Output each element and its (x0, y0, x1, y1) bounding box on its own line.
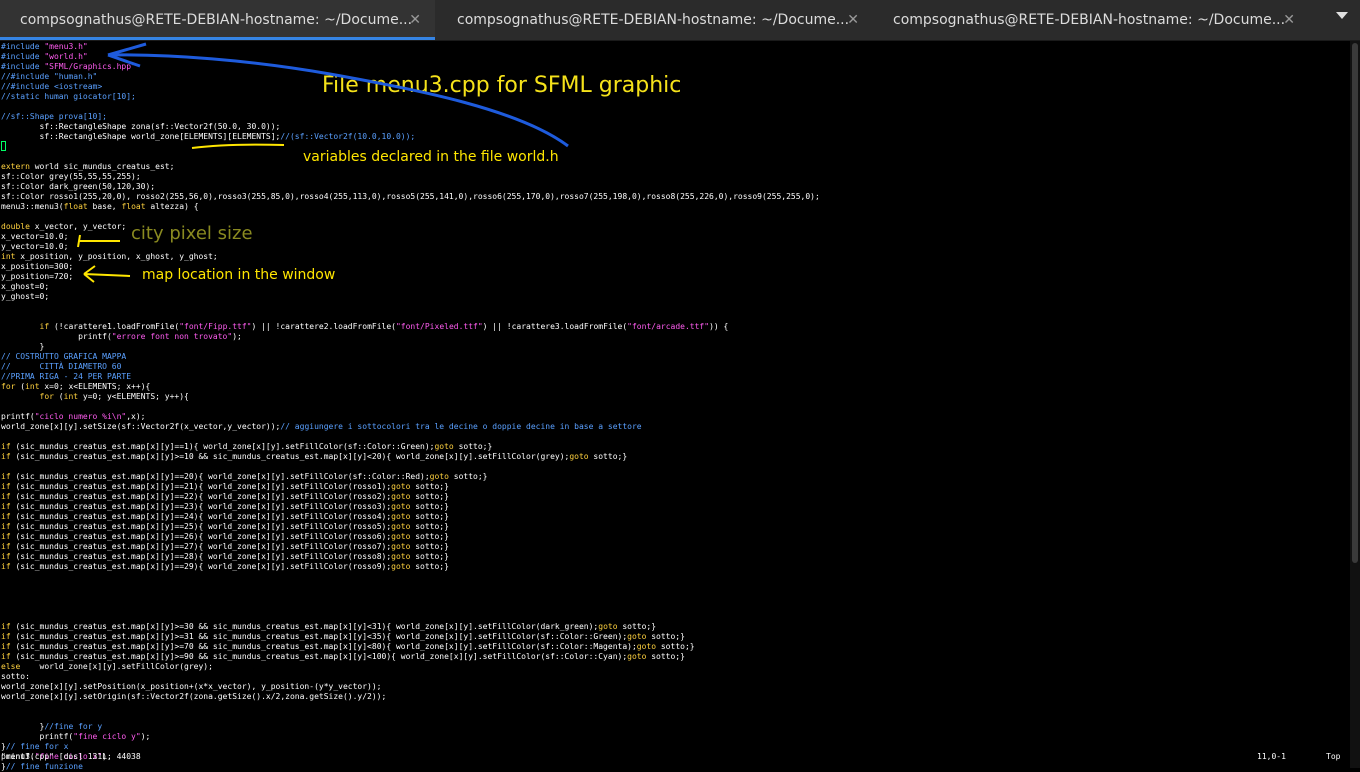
code-line: if (sic_mundus_creatus_est.map[x][y]>=31… (1, 632, 685, 641)
code-line: x_position=300; (1, 262, 74, 271)
code-line: world_zone[x][y].setSize(sf::Vector2f(x_… (1, 422, 642, 431)
code-line: if (sic_mundus_creatus_est.map[x][y]>=70… (1, 642, 695, 651)
code-line: #include "menu3.h" (1, 42, 88, 51)
code-line: if (sic_mundus_creatus_est.map[x][y]==26… (1, 532, 449, 541)
code-line: double x_vector, y_vector; (1, 222, 127, 231)
code-line: x_vector=10.0; (1, 232, 69, 241)
code-line: if (sic_mundus_creatus_est.map[x][y]>=10… (1, 452, 628, 461)
code-line: //PRIMA RIGA - 24 PER PARTE (1, 372, 132, 381)
code-line: #include "SFML/Graphics.hpp" (1, 62, 136, 71)
code-line: x_ghost=0; (1, 282, 50, 291)
code-line: sf::RectangleShape world_zone[ELEMENTS][… (1, 132, 416, 141)
annotation-city-size: city pixel size (131, 223, 253, 244)
status-cursor-position: 11,0-1 (1257, 752, 1286, 761)
tab-2-label: compsognathus@RETE-DEBIAN-hostname: ~/Do… (457, 12, 850, 28)
tab-1-label: compsognathus@RETE-DEBIAN-hostname: ~/Do… (20, 12, 413, 28)
status-scroll-indicator: Top (1326, 752, 1341, 761)
code-line: if (sic_mundus_creatus_est.map[x][y]>=90… (1, 652, 685, 661)
code-line: y_ghost=0; (1, 292, 50, 301)
code-line: if (sic_mundus_creatus_est.map[x][y]>=30… (1, 622, 657, 631)
code-line: } (1, 342, 45, 351)
close-icon[interactable]: ✕ (409, 12, 421, 28)
code-line: if (sic_mundus_creatus_est.map[x][y]==29… (1, 562, 449, 571)
tab-1[interactable]: compsognathus@RETE-DEBIAN-hostname: ~/Do… (0, 0, 435, 40)
tab-3[interactable]: compsognathus@RETE-DEBIAN-hostname: ~/Do… (873, 0, 1309, 40)
code-line: printf("errore font non trovato"); (1, 332, 242, 341)
code-line: menu3::menu3(float base, float altezza) … (1, 202, 199, 211)
code-line: else world_zone[x][y].setFillColor(grey)… (1, 662, 213, 671)
code-line: printf("fine ciclo y"); (1, 732, 151, 741)
code-line: if (sic_mundus_creatus_est.map[x][y]==23… (1, 502, 449, 511)
code-line: if (sic_mundus_creatus_est.map[x][y]==24… (1, 512, 449, 521)
code-line: world_zone[x][y].setOrigin(sf::Vector2f(… (1, 692, 387, 701)
code-line: }//fine for y (1, 722, 103, 731)
tab-2[interactable]: compsognathus@RETE-DEBIAN-hostname: ~/Do… (437, 0, 873, 40)
code-line: //#include <iostream> (1, 82, 103, 91)
code-line: sf::RectangleShape zona(sf::Vector2f(50.… (1, 122, 281, 131)
text-cursor (1, 141, 6, 151)
code-line: if (sic_mundus_creatus_est.map[x][y]==22… (1, 492, 449, 501)
code-line: #include "world.h" (1, 52, 88, 61)
tab-bar: compsognathus@RETE-DEBIAN-hostname: ~/Do… (0, 0, 1360, 41)
chevron-down-icon[interactable] (1336, 12, 1348, 19)
code-line: printf("ciclo numero %i\n",x); (1, 412, 146, 421)
code-line: extern world sic_mundus_creatus_est; (1, 162, 175, 171)
close-icon[interactable]: ✕ (1283, 12, 1295, 28)
code-line: sotto: (1, 672, 30, 681)
tab-3-label: compsognathus@RETE-DEBIAN-hostname: ~/Do… (893, 12, 1286, 28)
status-file-info: "menu3.cpp" [dos] 131L, 44038 (1, 752, 141, 761)
code-line: if (!carattere1.loadFromFile("font/Fipp.… (39, 322, 729, 331)
annotation-map-location: map location in the window (142, 267, 336, 283)
code-line: int x_position, y_position, x_ghost, y_g… (1, 252, 218, 261)
code-line: if (sic_mundus_creatus_est.map[x][y]==1)… (1, 442, 493, 451)
code-line: sf::Color dark_green(50,120,30); (1, 182, 156, 191)
code-line: if (sic_mundus_creatus_est.map[x][y]==25… (1, 522, 449, 531)
code-line: if (sic_mundus_creatus_est.map[x][y]==27… (1, 542, 449, 551)
code-line: y_position=720; (1, 272, 74, 281)
code-line: for (int y=0; y<ELEMENTS; y++){ (39, 392, 189, 401)
code-line: }// fine funzione (1, 762, 83, 771)
code-line: world_zone[x][y].setPosition(x_position+… (1, 682, 382, 691)
close-icon[interactable]: ✕ (847, 12, 859, 28)
scrollbar-thumb[interactable] (1352, 43, 1358, 563)
code-line: if (sic_mundus_creatus_est.map[x][y]==28… (1, 552, 449, 561)
code-line: for (int x=0; x<ELEMENTS; x++){ (1, 382, 151, 391)
scrollbar[interactable] (1350, 41, 1360, 768)
annotation-title: File menu3.cpp for SFML graphic (322, 73, 682, 98)
code-line: if (sic_mundus_creatus_est.map[x][y]==20… (1, 472, 488, 481)
code-line: // COSTRUTTO GRAFICA MAPPA (1, 352, 127, 361)
code-line: if (sic_mundus_creatus_est.map[x][y]==21… (1, 482, 449, 491)
code-line: //static human giocator[10]; (1, 92, 136, 101)
code-line: // CITTÀ DIAMETRO 60 (1, 362, 122, 371)
code-line: y_vector=10.0; (1, 242, 69, 251)
code-line: //sf::Shape prova[10]; (1, 112, 107, 121)
code-line: sf::Color rosso1(255,20,0), rosso2(255,5… (1, 192, 820, 201)
code-line: //#include "human.h" (1, 72, 98, 81)
code-line: }// fine for x (1, 742, 69, 751)
annotation-variables: variables declared in the file world.h (303, 149, 559, 165)
code-line: sf::Color grey(55,55,55,255); (1, 172, 141, 181)
